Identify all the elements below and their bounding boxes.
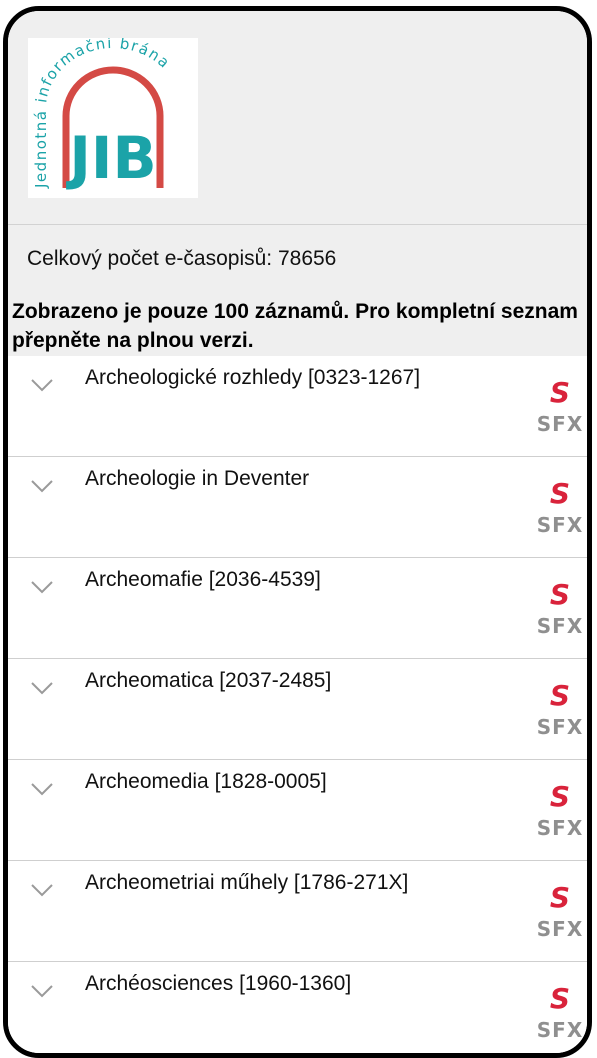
journal-title[interactable]: Archeomafie [2036-4539] <box>85 568 321 592</box>
journal-row[interactable]: Archeomafie [2036-4539] S SFX <box>8 558 587 659</box>
journal-row[interactable]: Archeologické rozhledy [0323-1267] S SFX <box>8 356 587 457</box>
chevron-down-icon[interactable] <box>30 479 54 493</box>
chevron-down-icon[interactable] <box>30 580 54 594</box>
journal-row[interactable]: Archeomedia [1828-0005] S SFX <box>8 760 587 861</box>
journal-title[interactable]: Archeologie in Deventer <box>85 467 309 491</box>
sfx-label: SFX <box>536 614 584 638</box>
sfx-label: SFX <box>536 412 584 436</box>
journal-row[interactable]: Archeometriai műhely [1786-271X] S SFX <box>8 861 587 962</box>
sfx-link[interactable]: S SFX <box>535 578 585 648</box>
chevron-down-icon[interactable] <box>30 378 54 392</box>
info-panel: Celkový počet e-časopisů: 78656 Zobrazen… <box>8 225 587 356</box>
sfx-link[interactable]: S SFX <box>535 881 585 951</box>
journal-row[interactable]: Archeomatica [2037-2485] S SFX <box>8 659 587 760</box>
chevron-down-icon[interactable] <box>30 883 54 897</box>
sfx-logo-icon: S <box>549 578 571 611</box>
journal-title[interactable]: Archéosciences [1960-1360] <box>85 972 351 996</box>
phone-frame: Jednotná informační brána JIB Celkový po… <box>3 6 592 1058</box>
journal-row[interactable]: Archeologie in Deventer S SFX <box>8 457 587 558</box>
sfx-link[interactable]: S SFX <box>535 477 585 547</box>
total-count: Celkový počet e-časopisů: 78656 <box>27 247 337 270</box>
journal-list: Archeologické rozhledy [0323-1267] S SFX… <box>8 356 587 1053</box>
sfx-logo-icon: S <box>549 679 571 712</box>
sfx-link[interactable]: S SFX <box>535 982 585 1052</box>
sfx-logo-icon: S <box>549 982 571 1015</box>
journal-title[interactable]: Archeometriai műhely [1786-271X] <box>85 871 408 895</box>
jib-logo-graphic: Jednotná informační brána JIB <box>32 38 173 192</box>
chevron-down-icon[interactable] <box>30 782 54 796</box>
sfx-link[interactable]: S SFX <box>535 679 585 749</box>
journal-row[interactable]: Archéosciences [1960-1360] S SFX <box>8 962 587 1053</box>
journal-title[interactable]: Archeologické rozhledy [0323-1267] <box>85 366 420 390</box>
sfx-logo-icon: S <box>549 881 571 914</box>
sfx-logo-icon: S <box>549 376 571 409</box>
header: Jednotná informační brána JIB <box>8 11 587 225</box>
sfx-label: SFX <box>536 513 584 537</box>
journal-title[interactable]: Archeomatica [2037-2485] <box>85 669 331 693</box>
sfx-logo-icon: S <box>549 477 571 510</box>
sfx-logo-icon: S <box>549 780 571 813</box>
sfx-link[interactable]: S SFX <box>535 376 585 446</box>
chevron-down-icon[interactable] <box>30 984 54 998</box>
sfx-label: SFX <box>536 816 584 840</box>
logo-text: JIB <box>65 124 156 192</box>
chevron-down-icon[interactable] <box>30 681 54 695</box>
sfx-label: SFX <box>536 1018 584 1042</box>
limit-notice: Zobrazeno je pouze 100 záznamů. Pro komp… <box>12 300 578 352</box>
sfx-label: SFX <box>536 715 584 739</box>
sfx-label: SFX <box>536 917 584 941</box>
jib-logo[interactable]: Jednotná informační brána JIB <box>28 38 198 198</box>
sfx-link[interactable]: S SFX <box>535 780 585 850</box>
journal-title[interactable]: Archeomedia [1828-0005] <box>85 770 327 794</box>
